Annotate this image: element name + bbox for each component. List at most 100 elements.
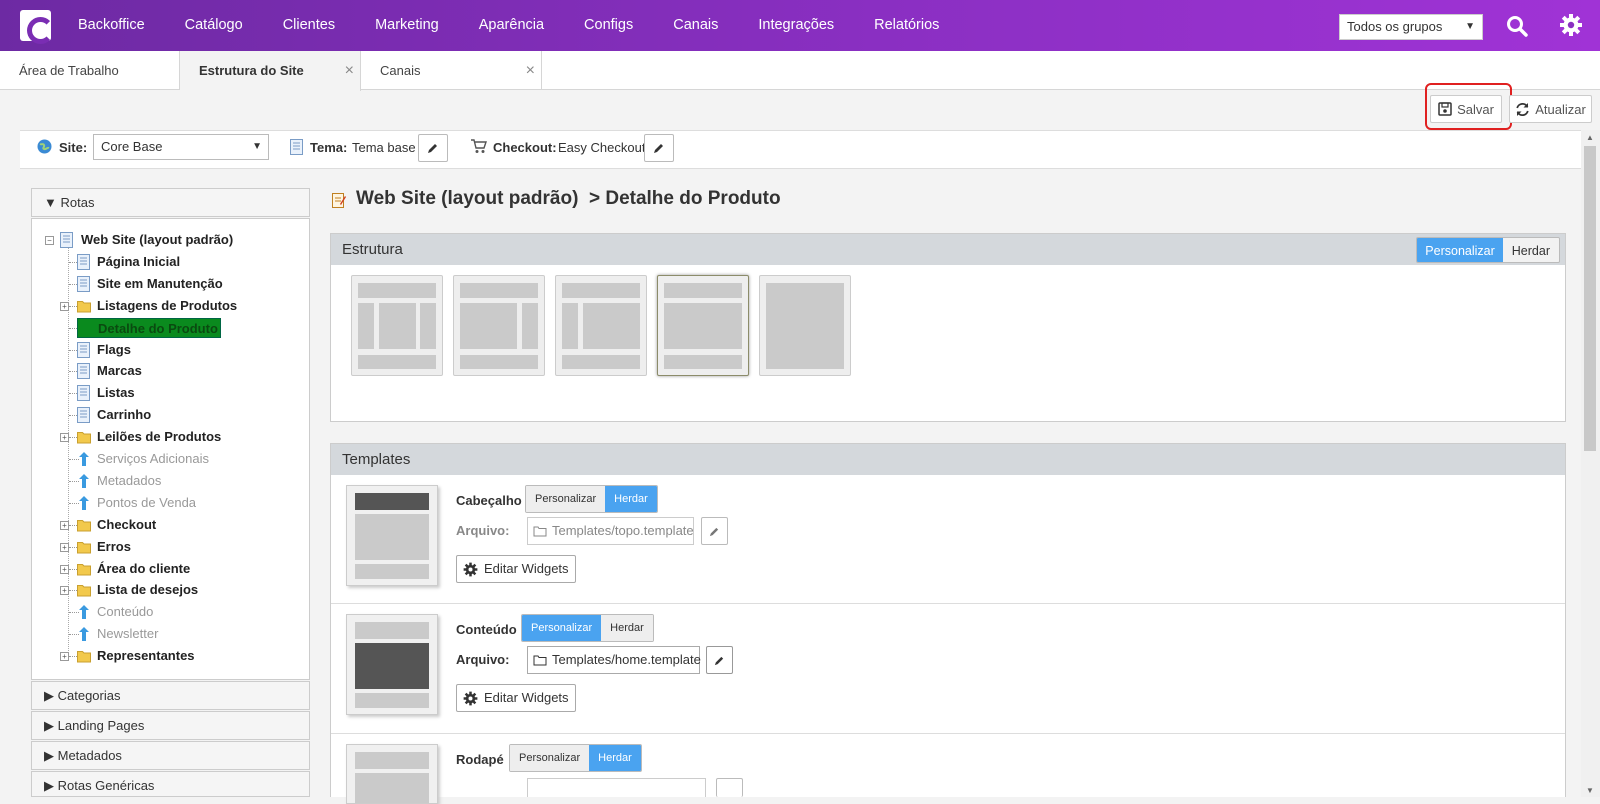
tab-bar: Área de Trabalho Estrutura do Site × Cana…	[0, 51, 1600, 91]
nav-integracoes[interactable]: Integrações	[738, 0, 854, 51]
expand-icon[interactable]: +	[60, 520, 69, 530]
accordion-metadados[interactable]: ▶ Metadados	[31, 741, 310, 770]
nav-catalogo[interactable]: Catálogo	[165, 0, 263, 51]
arquivo-label: Arquivo:	[456, 652, 510, 667]
site-select-value: Core Base	[101, 139, 163, 154]
edit-checkout-button[interactable]	[644, 134, 674, 162]
conteudo-toggle: Personalizar Herdar	[521, 614, 654, 642]
tree-node[interactable]: Lista de desejos	[97, 580, 198, 600]
layout-option-left-sidebar[interactable]	[555, 275, 647, 376]
site-select[interactable]: Core Base ▼	[93, 134, 269, 160]
app-logo-icon[interactable]	[20, 10, 54, 44]
herdar-button[interactable]: Herdar	[1502, 238, 1559, 262]
herdar-button[interactable]: Herdar	[601, 615, 653, 641]
globe-icon	[37, 139, 52, 154]
folder-icon	[77, 519, 91, 532]
personalizar-button[interactable]: Personalizar	[522, 615, 602, 641]
tree-node[interactable]: Conteúdo	[97, 602, 153, 622]
editar-widgets-cabecalho-button[interactable]: Editar Widgets	[456, 555, 576, 583]
expand-icon[interactable]: +	[60, 652, 69, 662]
folder-icon	[77, 300, 91, 313]
layout-option-right-sidebar[interactable]	[453, 275, 545, 376]
nav-marketing[interactable]: Marketing	[355, 0, 459, 51]
search-icon[interactable]	[1506, 15, 1528, 37]
scrollbar[interactable]: ▲ ▼	[1581, 130, 1600, 797]
template-thumb-cabecalho	[346, 485, 438, 586]
scrollbar-thumb[interactable]	[1584, 146, 1596, 451]
group-select[interactable]: Todos os grupos ▼	[1339, 14, 1483, 40]
tree-node[interactable]: Flags	[97, 340, 131, 360]
refresh-button[interactable]: Atualizar	[1509, 95, 1592, 123]
nav-backoffice[interactable]: Backoffice	[58, 0, 165, 51]
arquivo-field-cabecalho: Templates/topo.template	[527, 517, 694, 545]
accordion-rotas[interactable]: ▼ Rotas	[31, 188, 310, 217]
expand-icon[interactable]: +	[60, 301, 69, 311]
gear-icon[interactable]	[1559, 13, 1583, 37]
accordion-landing-pages[interactable]: ▶ Landing Pages	[31, 711, 310, 740]
tree-node[interactable]: Página Inicial	[97, 252, 180, 272]
refresh-label: Atualizar	[1535, 101, 1586, 117]
arquivo-field-conteudo: Templates/home.template	[527, 646, 701, 674]
layout-option-three-column[interactable]	[351, 275, 443, 376]
collapse-icon[interactable]: −	[45, 236, 54, 245]
page-icon	[60, 232, 73, 248]
accordion-categorias[interactable]: ▶ Categorias	[31, 681, 310, 710]
tree-node[interactable]: Detalhe do Produto	[77, 317, 221, 338]
edit-arquivo-cabecalho-button[interactable]	[701, 517, 728, 545]
tree-node[interactable]: Área do cliente	[97, 559, 190, 579]
close-icon[interactable]: ×	[526, 51, 535, 90]
redirect-arrow-icon	[79, 605, 89, 620]
rodape-toggle: Personalizar Herdar	[509, 744, 642, 772]
expand-icon[interactable]: +	[60, 542, 69, 552]
template-name-cabecalho: Cabeçalho	[456, 493, 522, 508]
nav-configs[interactable]: Configs	[564, 0, 653, 51]
expand-icon[interactable]: +	[60, 586, 69, 596]
close-icon[interactable]: ×	[345, 51, 354, 90]
cabecalho-toggle: Personalizar Herdar	[525, 485, 658, 513]
redirect-arrow-icon	[79, 495, 89, 510]
expand-icon[interactable]: +	[60, 433, 69, 443]
expand-icon[interactable]: +	[60, 564, 69, 574]
folder-icon	[77, 563, 91, 575]
edit-tema-button[interactable]	[418, 134, 448, 162]
tree-node[interactable]: Checkout	[97, 515, 156, 535]
edit-arquivo-conteudo-button[interactable]	[706, 646, 733, 674]
tree-node[interactable]: Listas	[97, 383, 135, 403]
herdar-button[interactable]: Herdar	[605, 486, 657, 512]
tree-node[interactable]: Web Site (layout padrão)	[81, 230, 233, 250]
nav-canais[interactable]: Canais	[653, 0, 738, 51]
tree-node[interactable]: Representantes	[97, 646, 195, 666]
pencil-icon	[714, 656, 724, 665]
tree-node[interactable]: Marcas	[97, 361, 142, 381]
tree-node[interactable]: Metadados	[97, 471, 161, 491]
layout-option-single-column[interactable]	[657, 275, 749, 376]
personalizar-button[interactable]: Personalizar	[526, 486, 606, 512]
tree-node[interactable]: Pontos de Venda	[97, 493, 196, 513]
tab-canais[interactable]: Canais ×	[361, 51, 542, 90]
tree-node[interactable]: Newsletter	[97, 624, 158, 644]
accordion-rotas-genericas[interactable]: ▶ Rotas Genéricas	[31, 771, 310, 797]
nav-relatorios[interactable]: Relatórios	[854, 0, 959, 51]
personalizar-button[interactable]: Personalizar	[510, 745, 590, 771]
tree-node[interactable]: Listagens de Produtos	[97, 296, 237, 316]
nav-clientes[interactable]: Clientes	[263, 0, 355, 51]
tab-area-de-trabalho[interactable]: Área de Trabalho	[0, 51, 180, 90]
arquivo-label: Arquivo:	[456, 523, 510, 538]
page-edit-icon	[332, 193, 346, 208]
tree-node[interactable]: Erros	[97, 537, 131, 557]
tree-node[interactable]: Leilões de Produtos	[97, 427, 221, 447]
document-icon	[290, 139, 303, 155]
tree-node[interactable]: Carrinho	[97, 405, 151, 425]
personalizar-button[interactable]: Personalizar	[1417, 238, 1503, 262]
edit-arquivo-rodape-button[interactable]	[716, 778, 743, 797]
pencil-icon	[709, 527, 719, 536]
tab-estrutura-do-site[interactable]: Estrutura do Site ×	[180, 51, 361, 91]
editar-widgets-conteudo-button[interactable]: Editar Widgets	[456, 684, 576, 712]
layout-option-full[interactable]	[759, 275, 851, 376]
page-icon	[77, 253, 90, 270]
estrutura-panel: Estrutura Personalizar Herdar	[330, 233, 1566, 422]
nav-aparencia[interactable]: Aparência	[459, 0, 564, 51]
tree-node[interactable]: Serviços Adicionais	[97, 449, 209, 469]
herdar-button[interactable]: Herdar	[589, 745, 641, 771]
tree-node[interactable]: Site em Manutenção	[97, 274, 223, 294]
